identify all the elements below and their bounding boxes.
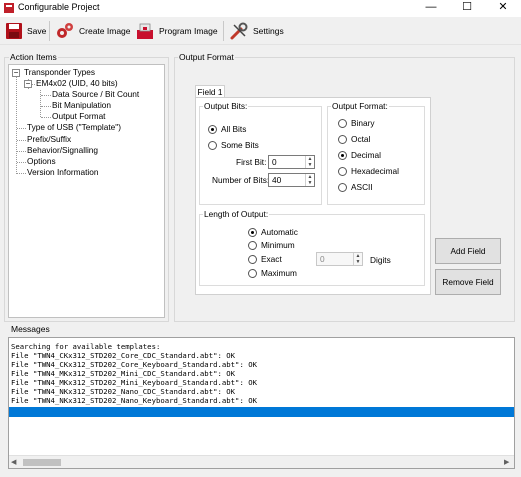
digits-label: Digits bbox=[370, 255, 391, 265]
tree-connector bbox=[16, 73, 17, 174]
ascii-radio[interactable] bbox=[338, 183, 347, 192]
maximum-radio[interactable] bbox=[248, 269, 257, 278]
messages-panel[interactable]: Searching for available templates: File … bbox=[8, 337, 515, 469]
title-bar: Configurable Project — ☐ ✕ bbox=[0, 0, 521, 17]
tree-item-output-format[interactable]: Output Format bbox=[52, 111, 106, 121]
program-image-label: Program Image bbox=[159, 26, 218, 36]
spinner-arrows-icon[interactable]: ▲ ▼ bbox=[353, 253, 362, 265]
settings-label: Settings bbox=[253, 26, 284, 36]
message-line: File "TWN4_MKx312_STD202_Mini_CDC_Standa… bbox=[11, 369, 236, 378]
number-of-bits-spinner[interactable]: 40 ▲ ▼ bbox=[268, 173, 315, 187]
first-bit-label: First Bit: bbox=[236, 157, 267, 167]
collapse-icon[interactable]: − bbox=[12, 69, 20, 77]
tree-item-bit-manipulation[interactable]: Bit Manipulation bbox=[52, 100, 111, 110]
spinner-arrows-icon[interactable]: ▲ ▼ bbox=[305, 156, 314, 168]
add-field-button[interactable]: Add Field bbox=[435, 238, 501, 264]
toolbar-separator bbox=[223, 21, 224, 41]
tree-connector bbox=[17, 140, 26, 141]
message-line: File "TWN4_CKx312_STD202_Core_Keyboard_S… bbox=[11, 360, 258, 369]
tree-connector bbox=[41, 95, 51, 96]
exact-label[interactable]: Exact bbox=[261, 254, 282, 264]
tree-connector bbox=[17, 151, 26, 152]
tree-item-transponder-types[interactable]: Transponder Types bbox=[24, 67, 95, 77]
first-bit-spinner[interactable]: 0 ▲ ▼ bbox=[268, 155, 315, 169]
tree-item-version-info[interactable]: Version Information bbox=[27, 167, 98, 177]
tree-connector bbox=[17, 128, 26, 129]
message-line: Searching for available templates: bbox=[11, 342, 161, 351]
tree-item-options[interactable]: Options bbox=[27, 156, 56, 166]
tree-item-data-source[interactable]: Data Source / Bit Count bbox=[52, 89, 139, 99]
selected-message-row[interactable] bbox=[9, 407, 514, 417]
remove-field-button[interactable]: Remove Field bbox=[435, 269, 501, 295]
hexadecimal-label[interactable]: Hexadecimal bbox=[351, 166, 399, 176]
maximum-label[interactable]: Maximum bbox=[261, 268, 297, 278]
minimum-radio[interactable] bbox=[248, 241, 257, 250]
decimal-label[interactable]: Decimal bbox=[351, 150, 381, 160]
minimum-label[interactable]: Minimum bbox=[261, 240, 295, 250]
length-of-output-group bbox=[199, 214, 425, 286]
number-of-bits-value: 40 bbox=[272, 175, 282, 185]
binary-radio[interactable] bbox=[338, 119, 347, 128]
tree-item-behavior[interactable]: Behavior/Signalling bbox=[27, 145, 98, 155]
toolbar-separator bbox=[49, 21, 50, 41]
wrench-screwdriver-icon bbox=[230, 22, 248, 40]
number-of-bits-label: Number of Bits: bbox=[212, 175, 270, 185]
some-bits-radio[interactable] bbox=[208, 141, 217, 150]
spinner-arrows-icon[interactable]: ▲ ▼ bbox=[305, 174, 314, 186]
output-format-panel-label: Output Format bbox=[178, 52, 235, 62]
window-title: Configurable Project bbox=[18, 2, 100, 12]
action-items-tree[interactable]: − Transponder Types − EM4x02 (UID, 40 bi… bbox=[8, 64, 165, 318]
gears-icon bbox=[57, 23, 73, 38]
all-bits-radio[interactable] bbox=[208, 125, 217, 134]
minimize-button[interactable]: — bbox=[413, 0, 449, 17]
scroll-right-icon[interactable]: ▶ bbox=[504, 458, 509, 466]
maximize-button[interactable]: ☐ bbox=[449, 0, 485, 17]
length-of-output-label: Length of Output: bbox=[203, 209, 270, 219]
ascii-label[interactable]: ASCII bbox=[351, 182, 373, 192]
message-line: File "TWN4_NKx312_STD202_Nano_CDC_Standa… bbox=[11, 387, 236, 396]
tree-connector bbox=[41, 117, 51, 118]
exact-radio[interactable] bbox=[248, 255, 257, 264]
output-format-label: Output Format: bbox=[331, 101, 389, 111]
app-icon bbox=[3, 2, 15, 14]
output-bits-label: Output Bits: bbox=[203, 101, 249, 111]
horizontal-scrollbar[interactable]: ◀ ▶ bbox=[9, 455, 514, 468]
automatic-label[interactable]: Automatic bbox=[261, 227, 298, 237]
automatic-radio[interactable] bbox=[248, 228, 257, 237]
programmer-icon bbox=[137, 23, 153, 39]
message-line: File "TWN4_MKx312_STD202_Mini_Keyboard_S… bbox=[11, 378, 258, 387]
close-button[interactable]: ✕ bbox=[485, 0, 521, 17]
binary-label[interactable]: Binary bbox=[351, 118, 375, 128]
first-bit-value: 0 bbox=[272, 157, 277, 167]
tree-connector bbox=[17, 173, 26, 174]
octal-radio[interactable] bbox=[338, 135, 347, 144]
scroll-left-icon[interactable]: ◀ bbox=[11, 458, 16, 466]
toolbar: Save Create Image Program Image Settings bbox=[0, 17, 521, 45]
save-label: Save bbox=[27, 26, 47, 36]
digits-value: 0 bbox=[320, 254, 325, 264]
tree-connector bbox=[17, 162, 26, 163]
some-bits-label[interactable]: Some Bits bbox=[221, 140, 259, 150]
hexadecimal-radio[interactable] bbox=[338, 167, 347, 176]
collapse-icon[interactable]: − bbox=[24, 80, 32, 88]
message-line: File "TWN4_CKx312_STD202_Core_CDC_Standa… bbox=[11, 351, 236, 360]
tree-item-type-of-usb[interactable]: Type of USB ("Template") bbox=[27, 122, 121, 132]
action-items-label: Action Items bbox=[9, 52, 58, 62]
octal-label[interactable]: Octal bbox=[351, 134, 370, 144]
message-line: File "TWN4_NKx312_STD202_Nano_Keyboard_S… bbox=[11, 396, 258, 405]
tree-connector bbox=[41, 106, 51, 107]
create-image-button[interactable]: Create Image bbox=[55, 20, 131, 42]
create-image-label: Create Image bbox=[79, 26, 131, 36]
scrollbar-thumb[interactable] bbox=[23, 459, 61, 466]
settings-button[interactable]: Settings bbox=[229, 20, 284, 42]
save-icon bbox=[6, 23, 22, 39]
save-button[interactable]: Save bbox=[5, 20, 46, 42]
all-bits-label[interactable]: All Bits bbox=[221, 124, 246, 134]
tree-item-prefix-suffix[interactable]: Prefix/Suffix bbox=[27, 134, 71, 144]
tree-item-em4x02[interactable]: EM4x02 (UID, 40 bits) bbox=[36, 78, 118, 88]
messages-label: Messages bbox=[10, 324, 51, 334]
decimal-radio[interactable] bbox=[338, 151, 347, 160]
digits-spinner[interactable]: 0 ▲ ▼ bbox=[316, 252, 363, 266]
program-image-button[interactable]: Program Image bbox=[135, 20, 218, 42]
